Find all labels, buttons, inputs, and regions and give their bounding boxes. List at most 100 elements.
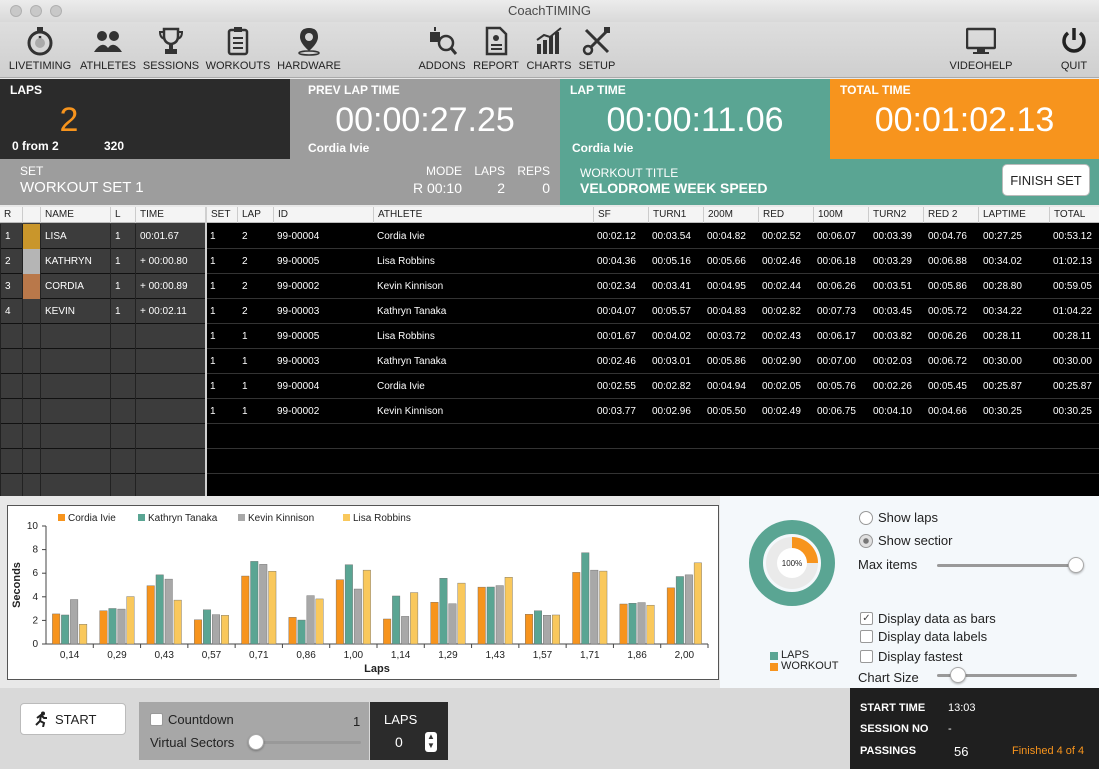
ranking-col-name[interactable]: NAME bbox=[40, 207, 110, 223]
toolbar-hardware-button[interactable]: HARDWARE bbox=[276, 26, 342, 72]
ranking-row[interactable] bbox=[0, 449, 205, 474]
ranking-col-color[interactable] bbox=[22, 207, 40, 223]
ranking-row[interactable]: 2 KATHRYN 1 + 00:00.80 bbox=[0, 249, 205, 274]
display-bars-checkbox[interactable]: ✓ Display data as bars bbox=[860, 611, 996, 626]
passing-cell: 00:05.57 bbox=[652, 306, 691, 317]
display-fastest-checkbox[interactable]: Display fastest bbox=[860, 649, 963, 664]
passing-row[interactable]: 1 2 99-00005 Lisa Robbins 00:04.36 00:05.16 00… bbox=[207, 249, 1099, 274]
athlete-color-swatch bbox=[22, 449, 40, 474]
zoom-window-button[interactable] bbox=[50, 5, 62, 17]
toolbar-report-button[interactable]: REPORT bbox=[470, 26, 522, 72]
toolbar-charts-button[interactable]: CHARTS bbox=[524, 26, 574, 72]
virtual-sectors-slider[interactable] bbox=[251, 741, 361, 744]
max-items-slider-handle[interactable] bbox=[1068, 557, 1084, 573]
passings-col-200m[interactable]: 200M bbox=[703, 207, 758, 223]
passing-row[interactable] bbox=[207, 424, 1099, 449]
passing-row[interactable] bbox=[207, 449, 1099, 474]
start-time-label: START TIME bbox=[860, 702, 926, 714]
toolbar-livetiming-button[interactable]: LIVETIMING bbox=[8, 26, 72, 72]
passings-col-lap[interactable]: LAP bbox=[237, 207, 273, 223]
passings-col-athlete[interactable]: ATHLETE bbox=[373, 207, 593, 223]
bar-cordia-ivie bbox=[146, 585, 155, 645]
passing-cell: 00:03.54 bbox=[652, 231, 691, 242]
athlete-color-swatch bbox=[22, 399, 40, 424]
start-button[interactable]: START bbox=[20, 703, 126, 735]
show-sectors-radio[interactable]: Show sectior bbox=[859, 533, 952, 548]
passing-row[interactable] bbox=[207, 474, 1099, 496]
passing-row[interactable]: 1 2 99-00003 Kathryn Tanaka 00:04.07 00:05.57… bbox=[207, 299, 1099, 324]
virtual-sectors-slider-handle[interactable] bbox=[248, 734, 264, 750]
bottom-bar: START Countdown 1 Virtual Sectors LAPS 0… bbox=[0, 688, 1099, 769]
toolbar-setup-button[interactable]: SETUP bbox=[576, 26, 618, 72]
passing-cell: 00:06.75 bbox=[817, 406, 856, 417]
passings-col-id[interactable]: ID bbox=[273, 207, 373, 223]
toolbar-athletes-button[interactable]: ATHLETES bbox=[78, 26, 138, 72]
passings-col-red-2[interactable]: RED 2 bbox=[923, 207, 978, 223]
ranking-col-l[interactable]: L bbox=[110, 207, 135, 223]
passing-row[interactable]: 1 1 99-00003 Kathryn Tanaka 00:02.46 00:03.01… bbox=[207, 349, 1099, 374]
finish-set-button[interactable]: FINISH SET bbox=[1002, 164, 1090, 196]
close-window-button[interactable] bbox=[10, 5, 22, 17]
athlete-color-swatch bbox=[22, 299, 40, 324]
passings-col-red[interactable]: RED bbox=[758, 207, 813, 223]
passing-cell: Cordia Ivie bbox=[377, 381, 425, 392]
passing-cell: 00:02.96 bbox=[652, 406, 691, 417]
passing-row[interactable]: 1 2 99-00002 Kevin Kinnison 00:02.34 00:03.41… bbox=[207, 274, 1099, 299]
set-label: SET bbox=[20, 164, 44, 178]
toolbar-sessions-button[interactable]: SESSIONS bbox=[141, 26, 201, 72]
ranking-cell-l bbox=[110, 424, 135, 449]
passings-col-set[interactable]: SET bbox=[207, 207, 237, 223]
passing-cell: 00:04.83 bbox=[707, 306, 746, 317]
ranking-row[interactable] bbox=[0, 349, 205, 374]
bar-kevin-kinnison bbox=[495, 585, 504, 645]
chart-size-slider-handle[interactable] bbox=[950, 667, 966, 683]
laps-stepper[interactable]: ▲ ▼ bbox=[425, 732, 437, 752]
bar-kathryn-tanaka bbox=[439, 578, 448, 645]
passing-cell: 1 bbox=[242, 381, 248, 392]
passings-col-turn2[interactable]: TURN2 bbox=[868, 207, 923, 223]
bar-kathryn-tanaka bbox=[628, 603, 637, 645]
passings-col-turn1[interactable]: TURN1 bbox=[648, 207, 703, 223]
bar-kathryn-tanaka bbox=[203, 609, 211, 645]
toolbar-workouts-button[interactable]: WORKOUTS bbox=[205, 26, 271, 72]
ranking-cell-r: 3 bbox=[0, 274, 22, 299]
ranking-row[interactable] bbox=[0, 424, 205, 449]
passing-cell: 00:05.86 bbox=[928, 281, 967, 292]
toolbar-addons-button[interactable]: ADDONS bbox=[415, 26, 469, 72]
passings-col-100m[interactable]: 100M bbox=[813, 207, 868, 223]
ranking-row[interactable]: 1 LISA 1 00:01.67 bbox=[0, 224, 205, 249]
show-laps-radio[interactable]: Show laps bbox=[859, 510, 938, 525]
countdown-checkbox[interactable]: Countdown bbox=[150, 712, 234, 727]
passing-row[interactable]: 1 2 99-00004 Cordia Ivie 00:02.12 00:03.54 00:… bbox=[207, 224, 1099, 249]
ranking-row[interactable] bbox=[0, 324, 205, 349]
bar-lisa-robbins bbox=[599, 570, 608, 645]
passings-col-total[interactable]: TOTAL bbox=[1049, 207, 1099, 223]
passing-cell: 99-00003 bbox=[277, 306, 320, 317]
session-no-value: - bbox=[948, 723, 952, 735]
reps-value: 0 bbox=[542, 180, 550, 196]
passing-row[interactable]: 1 1 99-00002 Kevin Kinnison 00:03.77 00:02.96… bbox=[207, 399, 1099, 424]
max-items-slider[interactable] bbox=[937, 564, 1077, 567]
passings-value: 56 bbox=[954, 744, 969, 759]
ranking-row[interactable]: 4 KEVIN 1 + 00:02.11 bbox=[0, 299, 205, 324]
passing-cell: 00:25.87 bbox=[1053, 381, 1092, 392]
ranking-row[interactable] bbox=[0, 399, 205, 424]
display-labels-checkbox[interactable]: Display data labels bbox=[860, 629, 987, 644]
ranking-row[interactable] bbox=[0, 374, 205, 399]
progress-donut: 100% bbox=[749, 520, 835, 606]
toolbar-quit-button[interactable]: QUIT bbox=[1054, 26, 1094, 72]
passing-cell: 00:53.12 bbox=[1053, 231, 1092, 242]
ranking-row[interactable]: 3 CORDIA 1 + 00:00.89 bbox=[0, 274, 205, 299]
bar-kevin-kinnison bbox=[448, 603, 457, 645]
x-tick-label: 1,29 bbox=[438, 650, 458, 661]
bar-lisa-robbins bbox=[221, 615, 229, 645]
passing-row[interactable]: 1 1 99-00004 Cordia Ivie 00:02.55 00:02.82 00:… bbox=[207, 374, 1099, 399]
passings-col-sf[interactable]: SF bbox=[593, 207, 648, 223]
passing-row[interactable]: 1 1 99-00005 Lisa Robbins 00:01.67 00:04.02 00… bbox=[207, 324, 1099, 349]
passings-col-laptime[interactable]: LAPTIME bbox=[978, 207, 1049, 223]
ranking-row[interactable] bbox=[0, 474, 205, 496]
toolbar-videohelp-button[interactable]: VIDEOHELP bbox=[946, 26, 1016, 72]
minimize-window-button[interactable] bbox=[30, 5, 42, 17]
ranking-col-r[interactable]: R bbox=[0, 207, 22, 223]
ranking-col-time[interactable]: TIME bbox=[135, 207, 205, 223]
